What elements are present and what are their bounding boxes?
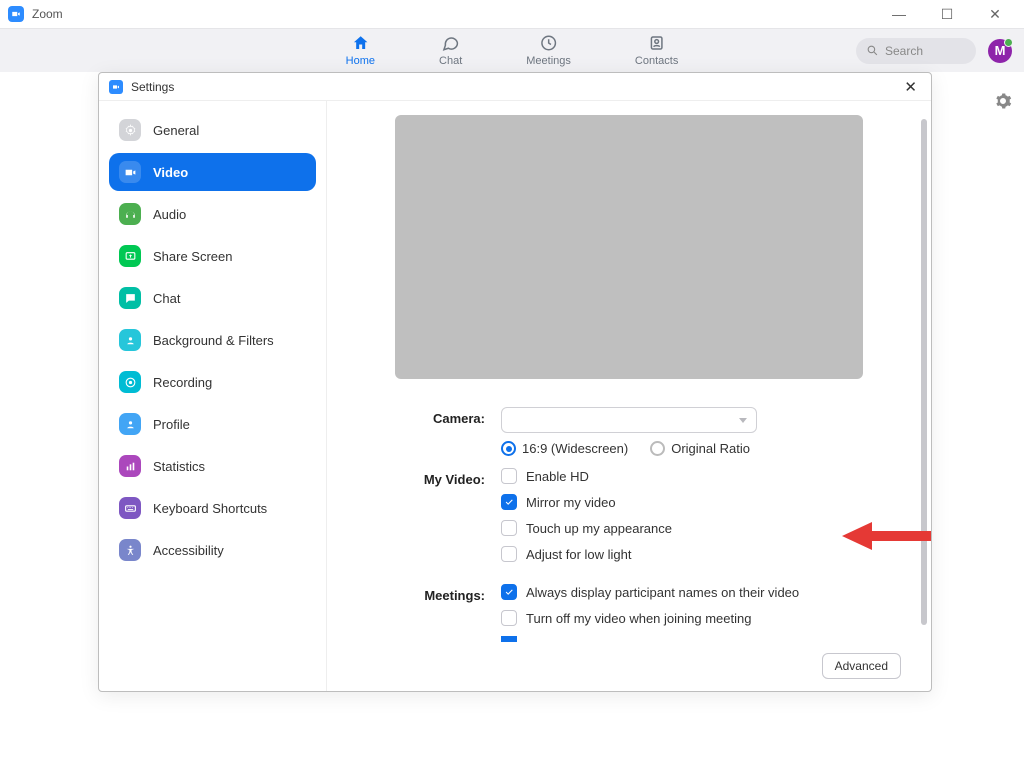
home-icon (351, 34, 369, 55)
checkbox-icon (501, 494, 517, 510)
sidebar-item-profile[interactable]: Profile (109, 405, 316, 443)
settings-window: Settings ✕ General Video Audio Share Scr… (98, 72, 932, 692)
checkbox-label: Always display participant names on thei… (526, 585, 799, 600)
sidebar-item-statistics[interactable]: Statistics (109, 447, 316, 485)
checkbox-enable-hd[interactable]: Enable HD (501, 468, 901, 484)
checkbox-label: Mirror my video (526, 495, 616, 510)
sidebar-item-label: Video (153, 165, 188, 180)
share-screen-icon (119, 245, 141, 267)
sidebar-item-label: Profile (153, 417, 190, 432)
tab-chat-label: Chat (439, 55, 462, 67)
checkbox-label: Adjust for low light (526, 547, 632, 562)
sidebar-item-label: Chat (153, 291, 180, 306)
keyboard-icon (119, 497, 141, 519)
record-icon (119, 371, 141, 393)
radio-dot-icon (501, 441, 516, 456)
search-input[interactable]: Search (856, 38, 976, 64)
profile-icon (119, 413, 141, 435)
window-minimize-button[interactable]: — (884, 6, 914, 23)
contacts-icon (648, 34, 666, 55)
checkbox-icon (501, 520, 517, 536)
tab-contacts[interactable]: Contacts (627, 30, 686, 71)
settings-gear-icon[interactable] (994, 92, 1012, 115)
zoom-app-icon (8, 6, 24, 22)
camera-label: Camera: (391, 407, 485, 426)
checkbox-label: Turn off my video when joining meeting (526, 611, 751, 626)
checkbox-touch-up[interactable]: Touch up my appearance (501, 520, 901, 536)
tab-chat[interactable]: Chat (431, 30, 470, 71)
sidebar-item-label: Audio (153, 207, 186, 222)
sidebar-item-label: Background & Filters (153, 333, 274, 348)
radio-original-ratio[interactable]: Original Ratio (650, 441, 750, 456)
search-placeholder: Search (885, 44, 923, 58)
clock-icon (540, 34, 558, 55)
checkbox-icon (501, 546, 517, 562)
sidebar-item-general[interactable]: General (109, 111, 316, 149)
window-close-button[interactable]: ✕ (980, 6, 1010, 23)
gear-icon (119, 119, 141, 141)
radio-label: 16:9 (Widescreen) (522, 441, 628, 456)
sidebar-item-label: Recording (153, 375, 212, 390)
tab-home-label: Home (346, 55, 375, 67)
checkbox-low-light[interactable]: Adjust for low light (501, 546, 901, 562)
sidebar-item-recording[interactable]: Recording (109, 363, 316, 401)
settings-title: Settings (131, 80, 174, 94)
radio-label: Original Ratio (671, 441, 750, 456)
checkbox-label: Enable HD (526, 469, 589, 484)
video-preview (395, 115, 863, 379)
app-title: Zoom (32, 7, 63, 21)
checkbox-icon (501, 636, 517, 642)
checkbox-turn-off-video-join[interactable]: Turn off my video when joining meeting (501, 610, 901, 626)
tab-meetings-label: Meetings (526, 55, 571, 67)
settings-sidebar: General Video Audio Share Screen Chat Ba… (99, 101, 327, 691)
sidebar-item-accessibility[interactable]: Accessibility (109, 531, 316, 569)
sidebar-item-share-screen[interactable]: Share Screen (109, 237, 316, 275)
settings-titlebar: Settings ✕ (99, 73, 931, 101)
sidebar-item-audio[interactable]: Audio (109, 195, 316, 233)
advanced-button-label: Advanced (835, 659, 888, 673)
sidebar-item-background-filters[interactable]: Background & Filters (109, 321, 316, 359)
meetings-label: Meetings: (391, 584, 485, 603)
my-video-label: My Video: (391, 468, 485, 487)
headphones-icon (119, 203, 141, 225)
tab-home[interactable]: Home (338, 30, 383, 71)
video-icon (119, 161, 141, 183)
camera-select[interactable] (501, 407, 757, 433)
checkbox-icon (501, 468, 517, 484)
accessibility-icon (119, 539, 141, 561)
sidebar-item-video[interactable]: Video (109, 153, 316, 191)
radio-16-9[interactable]: 16:9 (Widescreen) (501, 441, 628, 456)
chat-icon (442, 34, 460, 55)
person-icon (119, 329, 141, 351)
settings-content: Camera: 16:9 (Widescreen) Original Ratio (327, 101, 931, 691)
sidebar-item-label: Statistics (153, 459, 205, 474)
sidebar-item-keyboard-shortcuts[interactable]: Keyboard Shortcuts (109, 489, 316, 527)
main-tab-bar: Home Chat Meetings Contacts Search M (0, 28, 1024, 72)
sidebar-item-label: Keyboard Shortcuts (153, 501, 267, 516)
search-icon (866, 44, 879, 57)
radio-dot-icon (650, 441, 665, 456)
tab-contacts-label: Contacts (635, 55, 678, 67)
sidebar-item-chat[interactable]: Chat (109, 279, 316, 317)
checkbox-icon (501, 584, 517, 600)
tab-meetings[interactable]: Meetings (518, 30, 579, 71)
sidebar-item-label: General (153, 123, 199, 138)
checkbox-icon (501, 610, 517, 626)
sidebar-item-label: Share Screen (153, 249, 233, 264)
user-avatar[interactable]: M (988, 39, 1012, 63)
sidebar-item-label: Accessibility (153, 543, 224, 558)
bar-chart-icon (119, 455, 141, 477)
advanced-button[interactable]: Advanced (822, 653, 901, 679)
window-maximize-button[interactable]: ☐ (932, 6, 962, 23)
titlebar: Zoom — ☐ ✕ (0, 0, 1024, 28)
chat-bubble-icon (119, 287, 141, 309)
zoom-app-icon (109, 80, 123, 94)
checkbox-mirror-video[interactable]: Mirror my video (501, 494, 901, 510)
content-scrollbar[interactable] (921, 119, 927, 625)
avatar-initial: M (995, 43, 1006, 58)
settings-close-button[interactable]: ✕ (900, 76, 921, 98)
checkbox-display-names[interactable]: Always display participant names on thei… (501, 584, 901, 600)
checkbox-label: Touch up my appearance (526, 521, 672, 536)
checkbox-partial-hidden[interactable] (501, 636, 901, 642)
